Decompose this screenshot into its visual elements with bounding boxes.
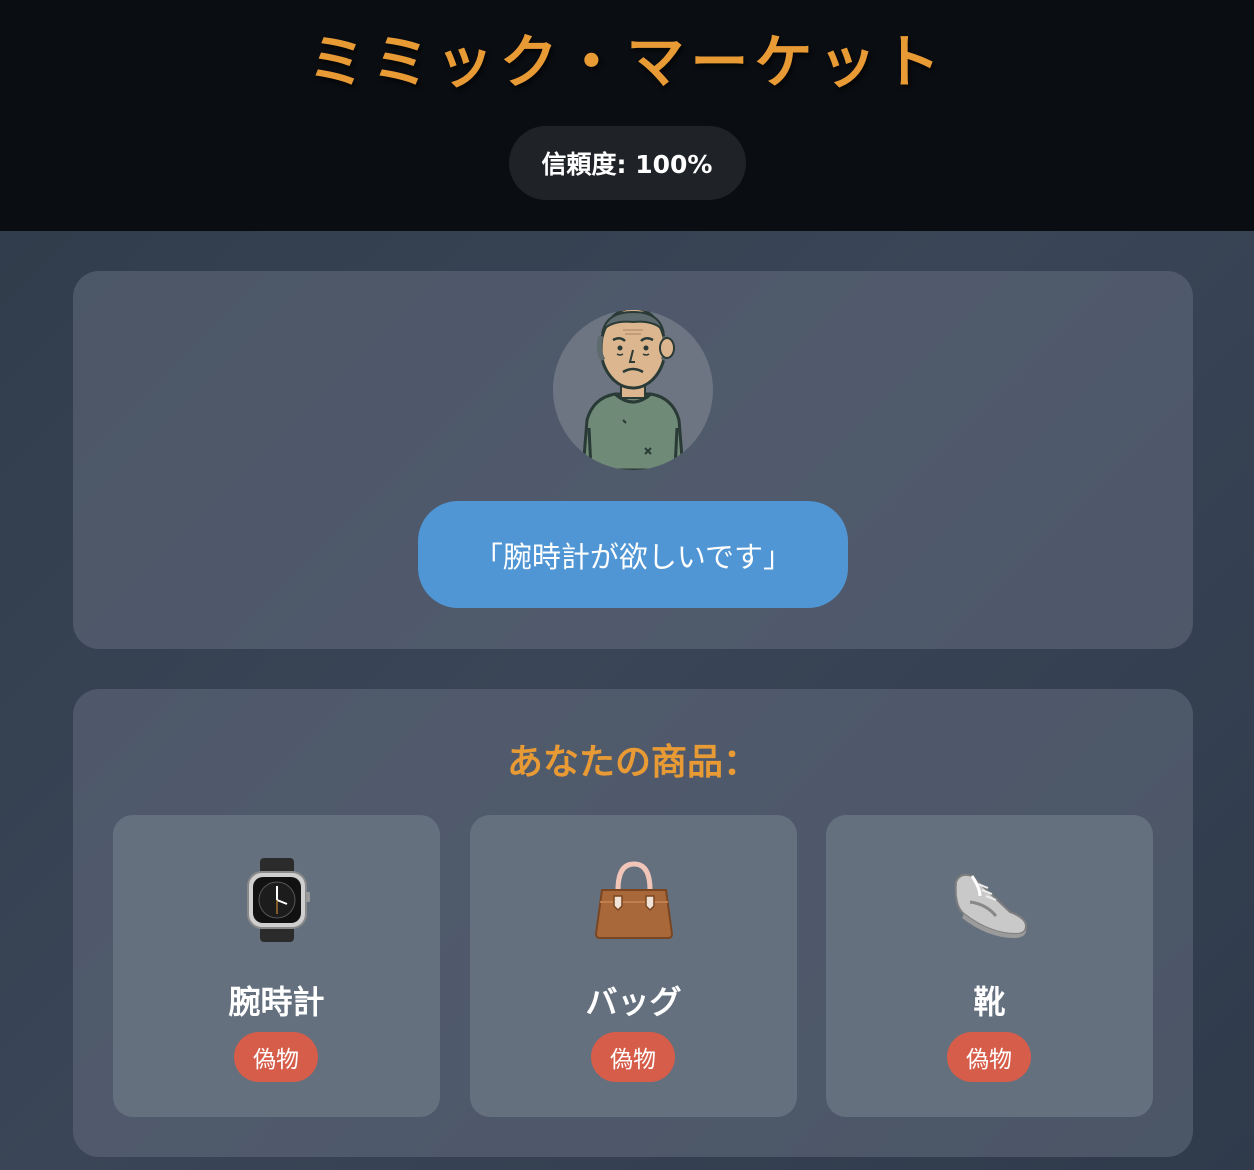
fake-badge: 偽物 <box>234 1032 318 1082</box>
handbag-icon <box>470 855 797 945</box>
game-screen: ミミック・マーケット 信頼度: 100% 「腕時計が欲しいです」 あなたの商品：… <box>0 0 1254 1170</box>
fake-badge: 偽物 <box>947 1032 1031 1082</box>
goods-title: あなたの商品： <box>506 742 759 783</box>
item-card-watch[interactable]: 腕時計 偽物 <box>113 815 440 1117</box>
game-title: ミミック・マーケット <box>307 28 947 96</box>
item-name: 腕時計 <box>228 983 325 1021</box>
item-card-bag[interactable]: バッグ 偽物 <box>470 815 797 1117</box>
goods-panel: あなたの商品： 腕時計 偽物 バッグ 偽物 靴 偽物 <box>73 689 1193 1157</box>
trust-meter: 信頼度: 100% <box>508 126 746 200</box>
customer-panel: 「腕時計が欲しいです」 <box>73 271 1193 649</box>
customer-speech-bubble: 「腕時計が欲しいです」 <box>418 501 848 608</box>
item-name: 靴 <box>973 983 1006 1021</box>
item-name: バッグ <box>585 983 682 1021</box>
fake-badge: 偽物 <box>591 1032 675 1082</box>
item-card-shoes[interactable]: 靴 偽物 <box>826 815 1153 1117</box>
header: ミミック・マーケット 信頼度: 100% <box>0 0 1254 231</box>
watch-icon <box>113 855 440 945</box>
old-man-avatar-icon <box>553 310 713 470</box>
sneaker-icon <box>826 855 1153 945</box>
